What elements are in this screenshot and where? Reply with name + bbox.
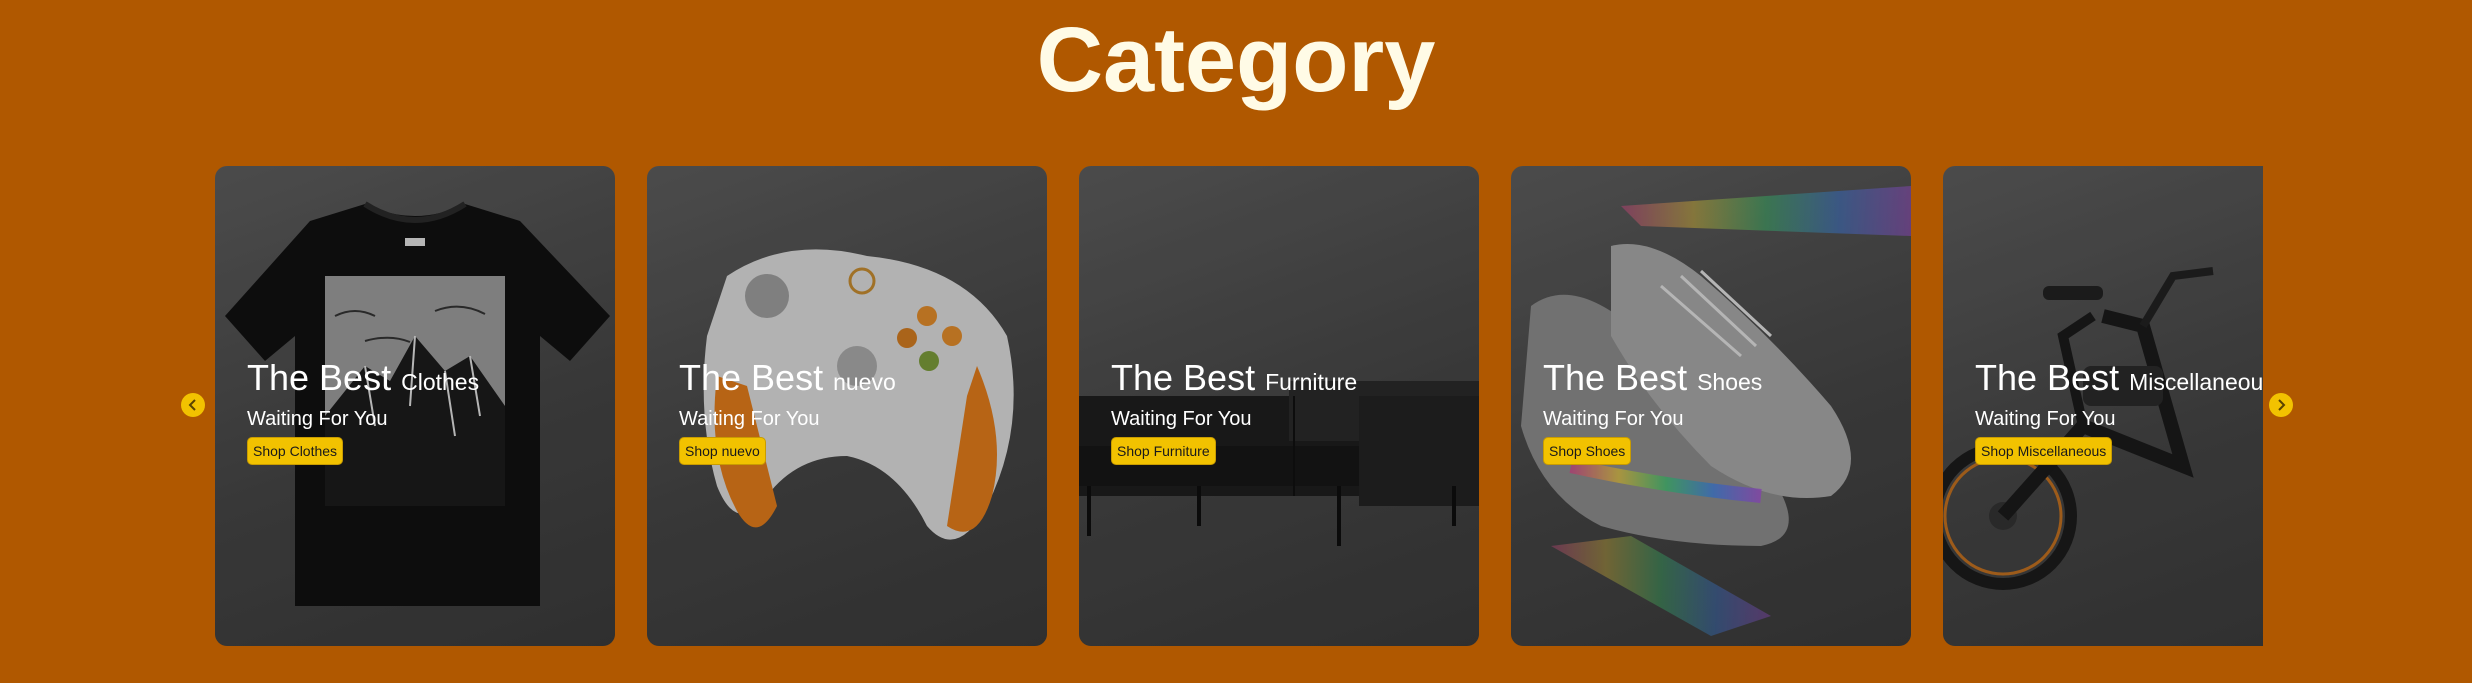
shop-furniture-button[interactable]: Shop Furniture [1111,437,1216,465]
category-card-shoes[interactable]: The Best Shoes Waiting For You Shop Shoe… [1511,166,1911,646]
category-card-miscellaneous[interactable]: The Best Miscellaneous Waiting For You S… [1943,166,2263,646]
card-headline: The Best [1975,357,2120,398]
card-headline: The Best [1111,357,1256,398]
card-subtitle: Waiting For You [1111,408,1252,430]
carousel-prev-button[interactable] [181,393,205,417]
card-category: Miscellaneous [2129,369,2263,395]
category-card-nuevo[interactable]: The Best nuevo Waiting For You Shop nuev… [647,166,1047,646]
carousel-next-button[interactable] [2269,393,2293,417]
shop-clothes-button[interactable]: Shop Clothes [247,437,344,465]
shop-miscellaneous-button[interactable]: Shop Miscellaneous [1975,437,2113,465]
card-category: Furniture [1265,369,1358,395]
chevron-left-icon [188,399,196,411]
card-category: Shoes [1697,369,1763,395]
card-subtitle: Waiting For You [1975,408,2116,430]
category-card-clothes[interactable]: The Best Clothes Waiting For You Shop Cl… [215,166,615,646]
card-category: nuevo [833,369,896,395]
category-card-furniture[interactable]: The Best Furniture Waiting For You Shop … [1079,166,1479,646]
chevron-right-icon [2278,399,2286,411]
card-subtitle: Waiting For You [679,408,820,430]
card-headline: The Best [1543,357,1688,398]
card-category: Clothes [401,369,480,395]
page-title: Category [1036,9,1436,111]
shop-nuevo-button[interactable]: Shop nuevo [679,437,766,465]
card-headline: The Best [679,357,824,398]
card-subtitle: Waiting For You [1543,408,1684,430]
shop-shoes-button[interactable]: Shop Shoes [1543,437,1632,465]
card-headline: The Best [247,357,392,398]
card-subtitle: Waiting For You [247,408,388,430]
category-carousel[interactable]: The Best Clothes Waiting For You Shop Cl… [215,166,2263,646]
